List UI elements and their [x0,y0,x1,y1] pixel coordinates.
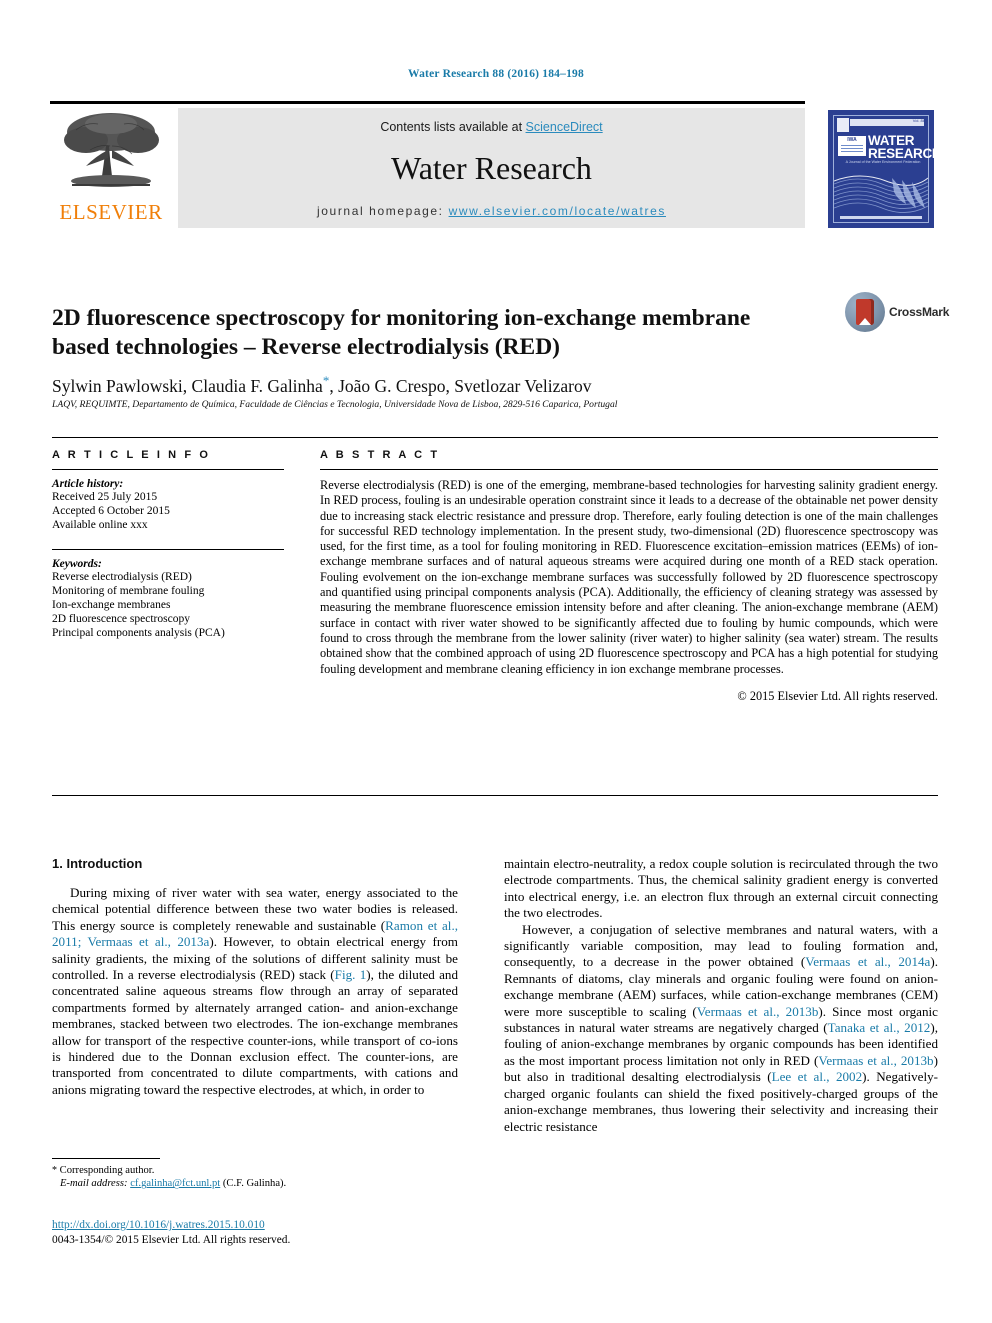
cover-elsevier-mark-icon [837,118,849,132]
running-head: Water Research 88 (2016) 184–198 [408,68,584,80]
journal-title: Water Research [391,150,592,186]
corresponding-author-text: Corresponding author. [57,1165,155,1176]
issn-copyright-line: 0043-1354/© 2015 Elsevier Ltd. All right… [52,1233,291,1246]
crossmark-badge[interactable]: CrossMark [845,292,949,336]
citation-link[interactable]: Vermaas et al., 2013b [818,1053,933,1068]
contents-prefix: Contents lists available at [380,120,526,134]
doi-link[interactable]: http://dx.doi.org/10.1016/j.watres.2015.… [52,1219,265,1231]
author-names-head: Sylwin Pawlowski, Claudia F. Galinha [52,375,323,396]
iwa-badge-waves [841,145,863,154]
keyword-item: Principal components analysis (PCA) [52,627,225,640]
cover-subtitle: A Journal of the Water Environment Feder… [845,160,921,164]
corresponding-author-note: * Corresponding author. [52,1164,458,1177]
email-label: E-mail address: [59,1178,128,1190]
citation-link[interactable]: Vermaas et al., 2013b [697,1004,819,1019]
intro-paragraph-right-1: maintain electro-neutrality, a redox cou… [504,856,938,921]
article-info-column: A R T I C L E I N F O Article history: R… [52,449,284,641]
elsevier-logo[interactable]: ELSEVIER [50,108,172,228]
header-rule [50,101,805,104]
journal-masthead: ELSEVIER Contents lists available at Sci… [50,108,805,228]
abstract-heading: A B S T R A C T [320,449,440,461]
article-history-label: Article history: [52,478,124,490]
article-info-spacer [52,533,284,549]
citation-link[interactable]: Lee et al., 2002 [772,1069,863,1084]
article-first-page: Water Research 88 (2016) 184–198 ELSEVIE… [0,0,992,1323]
keyword-item: Reverse electrodialysis (RED) [52,570,192,583]
elsevier-wordmark: ELSEVIER [59,200,163,224]
article-info-rule-2 [52,548,284,550]
email-owner: (C.F. Galinha). [222,1178,287,1190]
email-link[interactable]: cf.galinha@fct.unl.pt [130,1178,220,1189]
journal-cover-thumbnail[interactable]: Vol. 88 IWA WATER RESEARCH A Journal of … [828,110,934,228]
elsevier-tree-icon [64,113,159,187]
cover-title: WATER RESEARCH [868,134,934,161]
abstract-copyright: © 2015 Elsevier Ltd. All rights reserved… [737,688,938,703]
journal-homepage-line: journal homepage: www.elsevier.com/locat… [178,204,805,218]
journal-band: Contents lists available at ScienceDirec… [178,108,805,228]
body-column-left: 1. Introduction During mixing of river w… [52,856,458,1098]
contents-line: Contents lists available at ScienceDirec… [178,120,805,134]
author-names-tail: , João G. Crespo, Svetlozar Velizarov [329,375,592,396]
page-title: 2D fluorescence spectroscopy for monitor… [52,304,751,360]
crossmark-label: CrossMark [889,305,950,319]
abstract-text: Reverse electrodialysis (RED) is one of … [320,478,938,676]
abstract-zone-top-rule [52,437,938,438]
section-heading-introduction: 1. Introduction [52,856,143,871]
article-info-heading: A R T I C L E I N F O [52,449,211,461]
crossmark-disc-icon [845,292,885,332]
keyword-item: Ion-exchange membranes [52,599,171,612]
keywords-label: Keywords: [52,557,102,570]
homepage-prefix: journal homepage: [317,204,449,218]
citation-link[interactable]: Tanaka et al., 2012 [828,1020,931,1035]
article-history-received: Received 25 July 2015 [52,491,158,503]
intro-text-c: ), the diluted and concentrated saline a… [52,967,459,1097]
abstract-body: Reverse electrodialysis (RED) is one of … [320,478,938,704]
cover-volume-label: Vol. 88 [912,118,925,123]
sciencedirect-link[interactable]: ScienceDirect [526,120,603,134]
article-history-accepted: Accepted 6 October 2015 [52,505,170,518]
affiliation: LAQV, REQUIMTE, Departamento de Química,… [52,399,618,410]
cover-title-line2: RESEARCH [868,146,934,161]
author-list: Sylwin Pawlowski, Claudia F. Galinha*, J… [52,373,852,397]
article-history-online: Available online xxx [52,519,148,532]
citation-link[interactable]: Vermaas et al., 2014a [805,954,930,969]
cover-wave-graphic [834,175,928,213]
iwa-badge-icon: IWA [837,135,867,157]
abstract-rule [320,469,938,470]
keyword-item: Monitoring of membrane fouling [52,584,205,597]
abstract-column: A B S T R A C T Reverse electrodialysis … [320,449,938,704]
email-note: E-mail address: cf.galinha@fct.unl.pt (C… [52,1177,458,1190]
keyword-item: 2D fluorescence spectroscopy [52,613,190,626]
footnote-block: * Corresponding author. E-mail address: … [52,1164,458,1191]
iwa-badge-label: IWA [847,137,857,143]
figure-link[interactable]: Fig. 1 [335,967,367,982]
body-column-right: maintain electro-neutrality, a redox cou… [504,856,938,1135]
intro-paragraph-right-2: However, a conjugation of selective memb… [504,922,938,1135]
journal-homepage-link[interactable]: www.elsevier.com/locate/watres [449,204,666,218]
crossmark-book-icon [856,299,874,325]
intro-paragraph-left: During mixing of river water with sea wa… [52,885,458,1098]
article-info-rule-1 [52,469,284,470]
abstract-zone-bottom-rule [52,795,938,796]
doi-block: http://dx.doi.org/10.1016/j.watres.2015.… [52,1218,458,1247]
cover-bottom-bar [840,216,922,219]
footnote-rule [52,1158,160,1159]
